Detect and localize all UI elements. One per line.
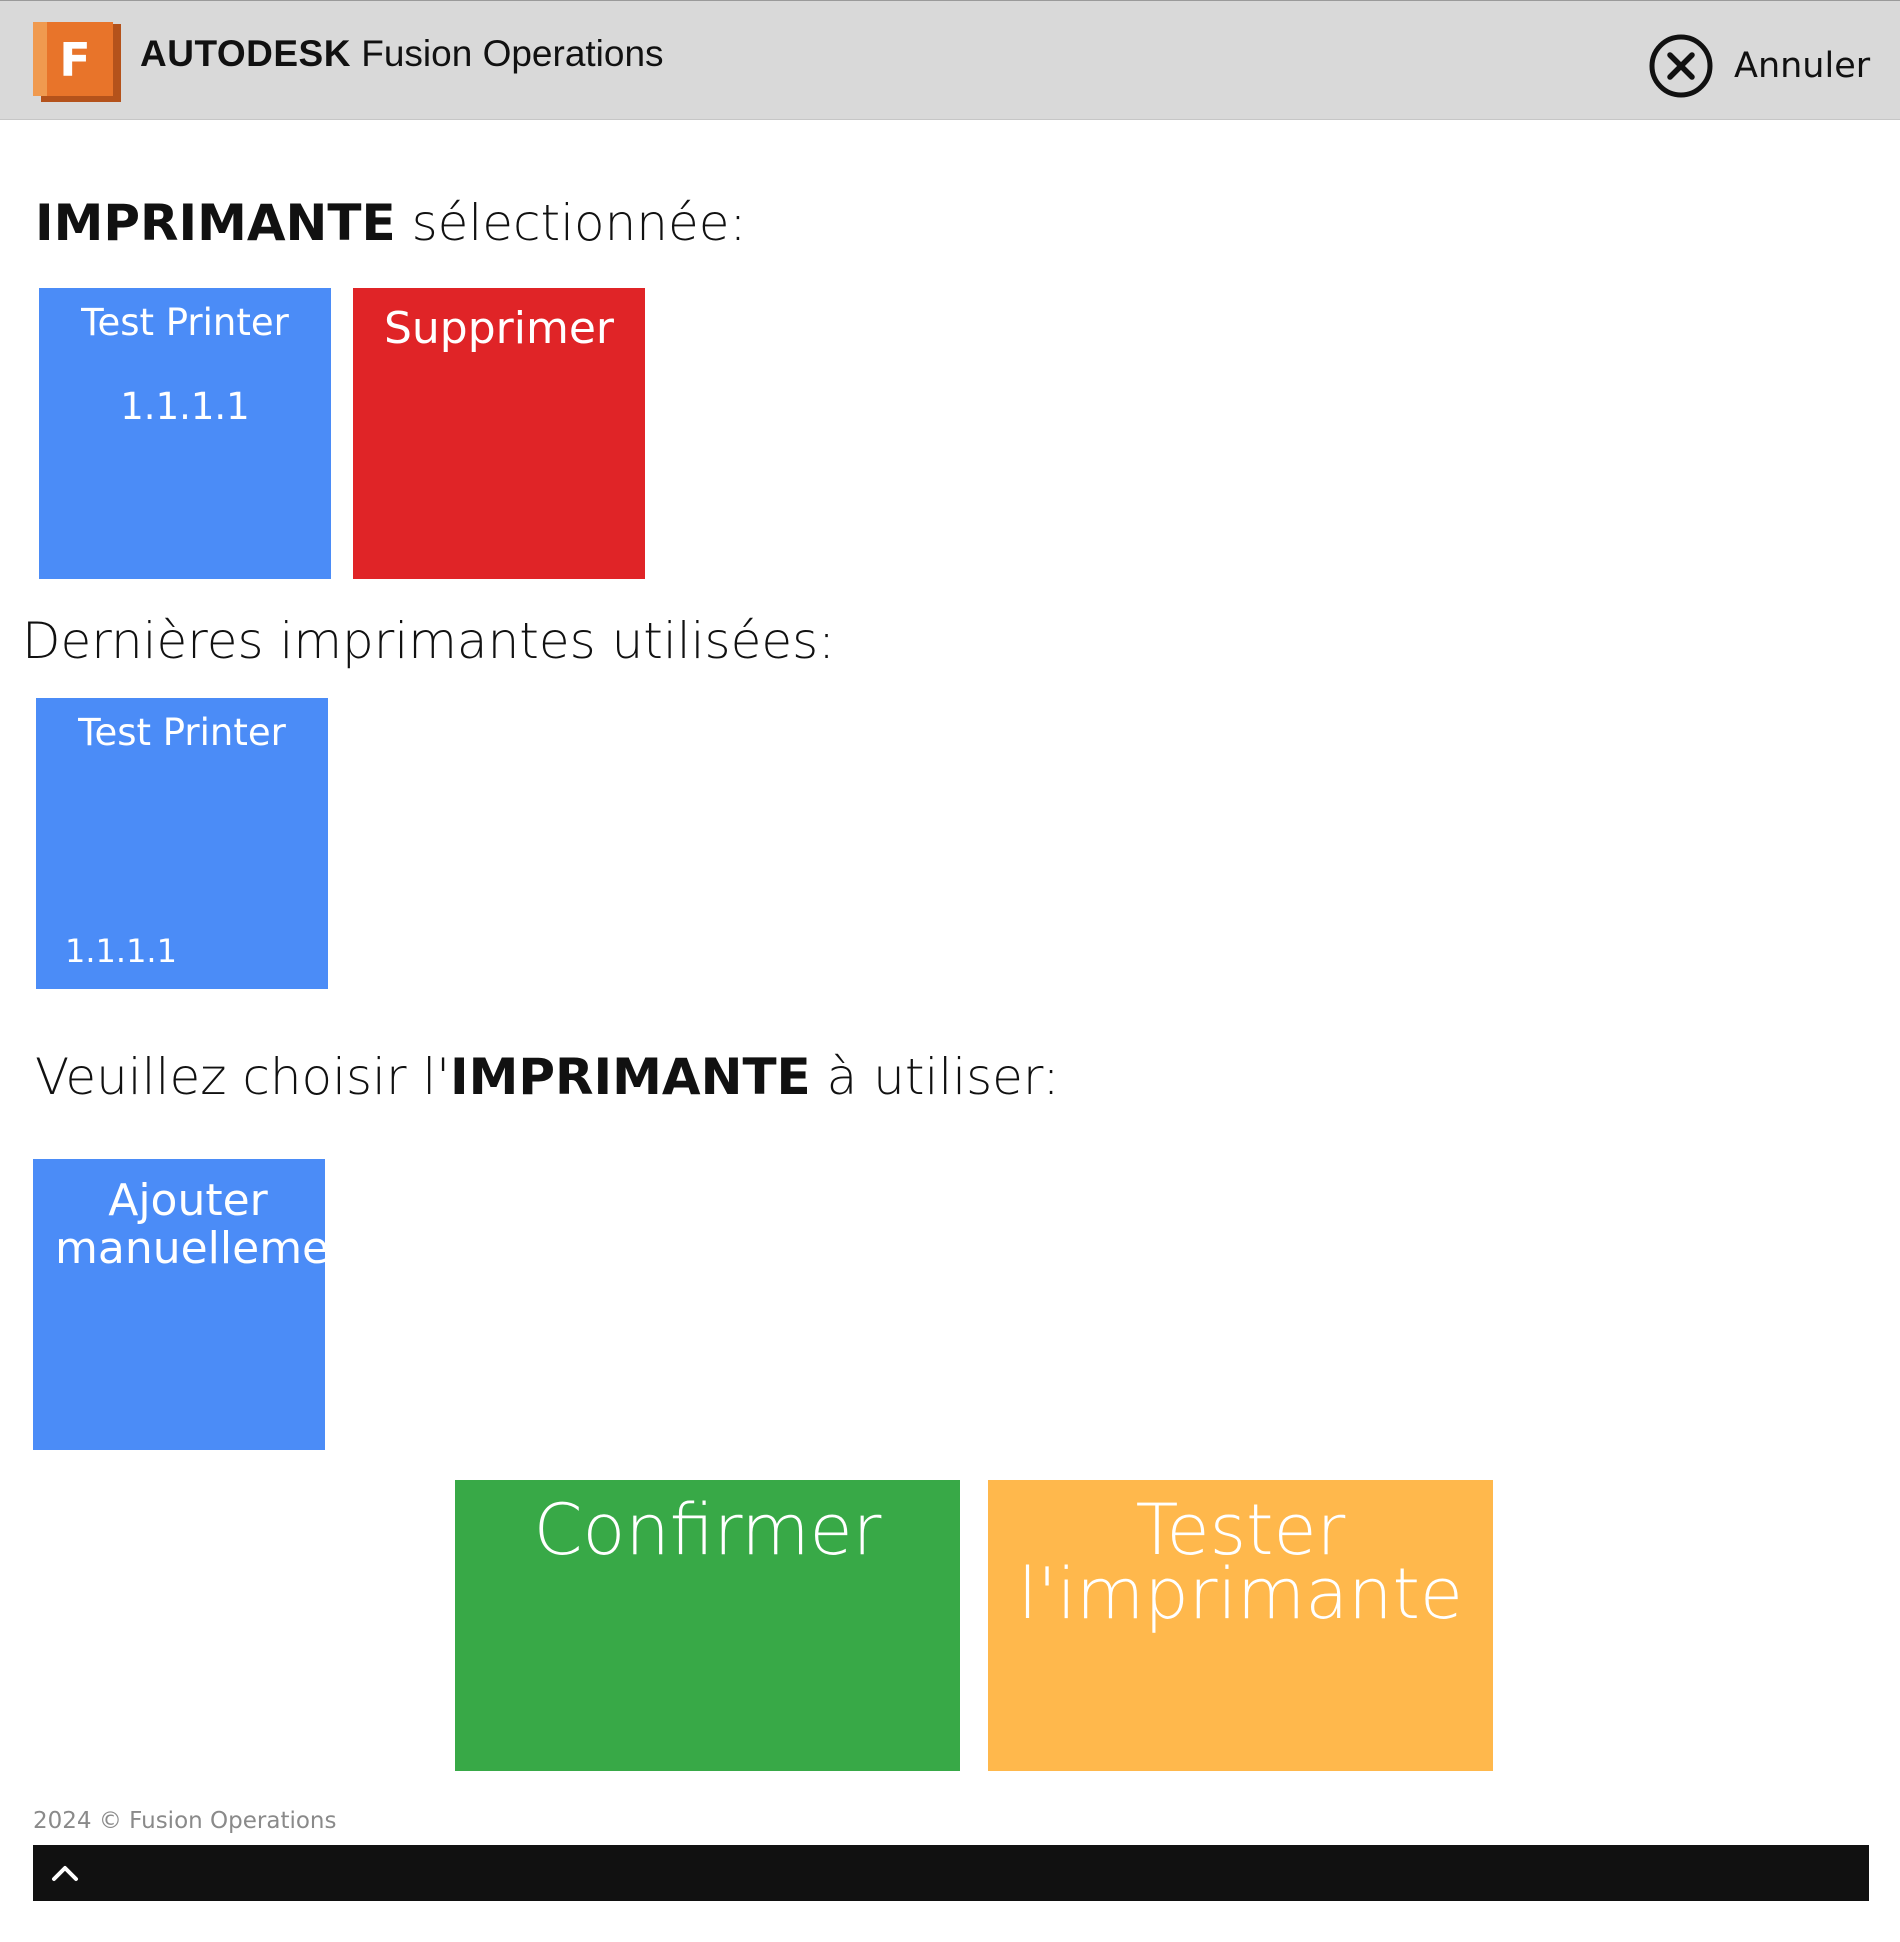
add-manually-label: Ajouter manuellement bbox=[51, 1177, 325, 1273]
brand-product: Fusion Operations bbox=[361, 33, 664, 74]
fusion-logo-icon: F bbox=[33, 22, 121, 102]
selected-printer-heading: IMPRIMANTE sélectionnée: bbox=[35, 193, 746, 253]
add-manually-line2: manuellement bbox=[55, 1223, 325, 1274]
brand-company: AUTODESK bbox=[140, 33, 351, 74]
test-printer-line2: l'imprimante bbox=[1018, 1553, 1463, 1635]
copyright-text: 2024 © Fusion Operations bbox=[33, 1808, 337, 1834]
heading-suffix: à utiliser: bbox=[810, 1048, 1060, 1106]
test-printer-button[interactable]: Tester l'imprimante bbox=[988, 1480, 1493, 1771]
cancel-button[interactable]: Annuler bbox=[1648, 33, 1870, 99]
bottom-bar bbox=[33, 1845, 1869, 1901]
brand-title: AUTODESK Fusion Operations bbox=[140, 29, 664, 79]
confirm-button[interactable]: Confirmer bbox=[455, 1480, 960, 1771]
add-manually-button[interactable]: Ajouter manuellement bbox=[33, 1159, 325, 1450]
heading-text: sélectionnée: bbox=[395, 194, 747, 252]
delete-printer-button[interactable]: Supprimer bbox=[353, 288, 645, 579]
selected-printer-tile[interactable]: Test Printer 1.1.1.1 bbox=[39, 288, 331, 579]
recent-printers-heading: Dernières imprimantes utilisées: bbox=[22, 612, 836, 670]
printer-ip: 1.1.1.1 bbox=[120, 385, 250, 428]
confirm-label: Confirmer bbox=[533, 1489, 882, 1571]
app-header: F AUTODESK Fusion Operations Annuler bbox=[0, 0, 1900, 120]
heading-emphasis: IMPRIMANTE bbox=[35, 194, 396, 252]
close-circle-icon bbox=[1649, 34, 1713, 98]
test-printer-label: Tester l'imprimante bbox=[1008, 1495, 1473, 1635]
scroll-top-button[interactable] bbox=[45, 1853, 85, 1893]
delete-label: Supprimer bbox=[383, 303, 614, 354]
recent-printer-tile[interactable]: Test Printer 1.1.1.1 bbox=[36, 698, 328, 989]
heading-emphasis: IMPRIMANTE bbox=[450, 1048, 811, 1106]
recent-printer-name: Test Printer bbox=[78, 711, 286, 754]
heading-prefix: Veuillez choisir l' bbox=[35, 1048, 451, 1106]
choose-printer-heading: Veuillez choisir l'IMPRIMANTE à utiliser… bbox=[35, 1047, 1059, 1107]
cancel-label: Annuler bbox=[1734, 46, 1871, 86]
logo-letter: F bbox=[59, 33, 90, 87]
recent-printer-ip: 1.1.1.1 bbox=[65, 932, 177, 970]
printer-name: Test Printer bbox=[81, 301, 289, 344]
chevron-up-icon bbox=[52, 1866, 78, 1881]
add-manually-line1: Ajouter bbox=[108, 1175, 268, 1226]
